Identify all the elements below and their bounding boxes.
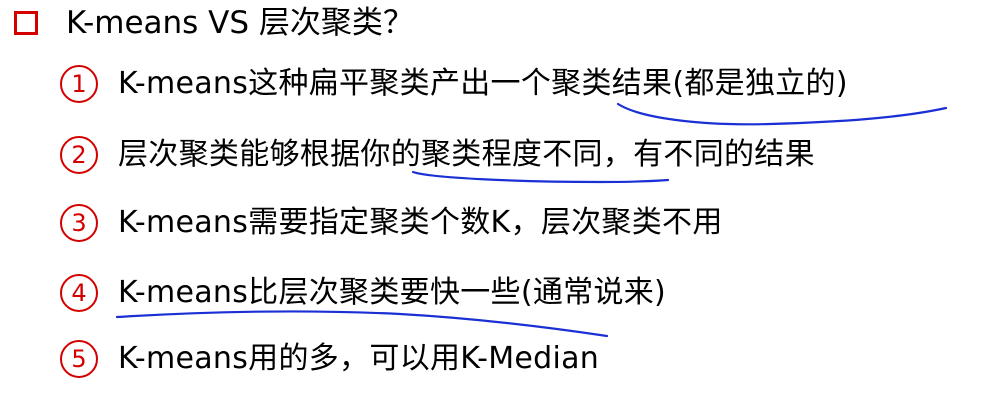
list-item-text: 层次聚类能够根据你的聚类程度不同，有不同的结果 — [118, 137, 815, 172]
circled-number-1: 1 — [60, 65, 98, 103]
list-item-text: K-means用的多，可以用K-Median — [118, 341, 600, 376]
circled-number-3: 3 — [60, 204, 98, 242]
list-item: 2 层次聚类能够根据你的聚类程度不同，有不同的结果 — [60, 130, 815, 180]
circled-number-5: 5 — [60, 340, 98, 378]
list-item: 4 K-means比层次聚类要快一些(通常说来) — [60, 268, 666, 318]
list-item-text: K-means这种扁平聚类产出一个聚类结果(都是独立的) — [118, 66, 848, 101]
list-item: 3 K-means需要指定聚类个数K，层次聚类不用 — [60, 198, 723, 248]
slide-heading: K-means VS 层次聚类？ — [66, 5, 414, 41]
circled-number-4: 4 — [60, 274, 98, 312]
list-item-text: K-means需要指定聚类个数K，层次聚类不用 — [118, 205, 723, 240]
list-item: 1 K-means这种扁平聚类产出一个聚类结果(都是独立的) — [60, 59, 848, 109]
list-item: 5 K-means用的多，可以用K-Median — [60, 334, 599, 384]
circled-number-2: 2 — [60, 136, 98, 174]
list-item-text: K-means比层次聚类要快一些(通常说来) — [118, 275, 667, 310]
hollow-square-bullet-icon — [14, 11, 38, 35]
